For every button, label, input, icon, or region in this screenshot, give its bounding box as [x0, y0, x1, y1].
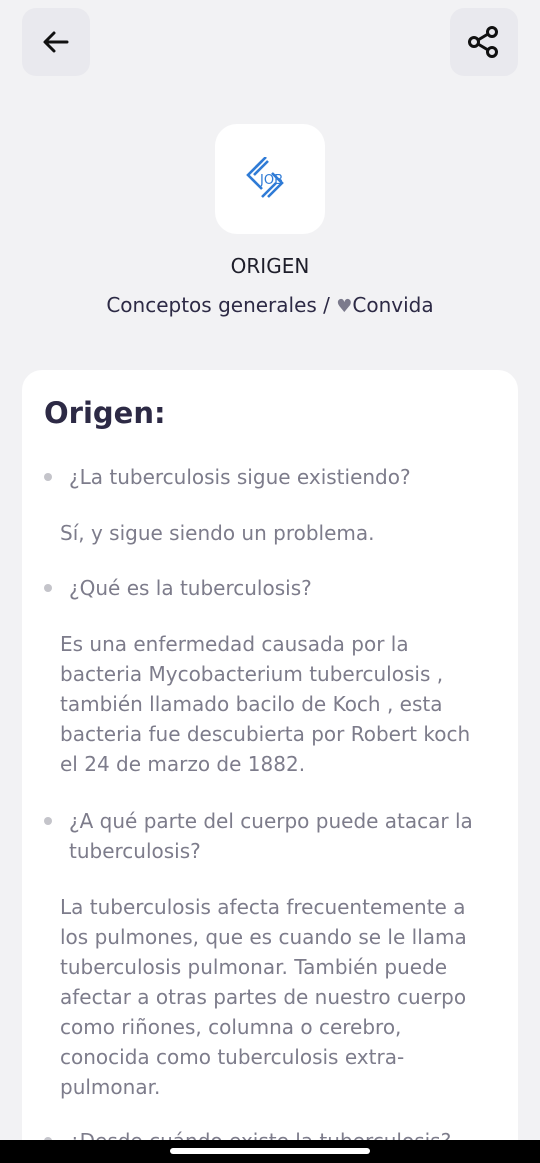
home-indicator[interactable] — [170, 1148, 370, 1154]
card-title: Origen: — [44, 396, 166, 430]
system-navigation-bar — [0, 1140, 540, 1163]
bullet-icon — [44, 473, 52, 481]
question-text: ¿A qué parte del cuerpo puede atacar la … — [69, 809, 473, 863]
breadcrumb: Conceptos generales / ♥Convida — [0, 293, 540, 317]
question: ¿La tuberculosis sigue existiendo? — [22, 462, 518, 492]
job-logo-icon: JOB — [246, 157, 284, 198]
logo-text: JOB — [259, 173, 283, 188]
bullet-icon — [44, 584, 52, 592]
content-card: Origen: ¿La tuberculosis sigue existiend… — [22, 370, 518, 1163]
question: ¿A qué parte del cuerpo puede atacar la … — [22, 806, 518, 866]
qa-item: ¿A qué parte del cuerpo puede atacar la … — [22, 806, 518, 1102]
question: ¿Qué es la tuberculosis? — [22, 573, 518, 603]
bullet-icon — [44, 817, 52, 825]
share-button[interactable] — [450, 8, 518, 76]
answer-text: Sí, y sigue siendo un problema. — [60, 521, 375, 545]
answer-text: La tuberculosis afecta frecuentemente a … — [60, 895, 467, 1099]
answer-text: Es una enfermedad causada por la bacteri… — [60, 632, 471, 776]
company-logo: JOB — [215, 124, 325, 234]
breadcrumb-category[interactable]: Conceptos generales — [106, 293, 316, 317]
question-text: ¿Qué es la tuberculosis? — [69, 576, 312, 600]
breadcrumb-separator: / — [316, 293, 337, 317]
qa-item: ¿Qué es la tuberculosis? Es una enfermed… — [22, 573, 518, 779]
breadcrumb-brand[interactable]: Convida — [352, 293, 433, 317]
question-text: ¿La tuberculosis sigue existiendo? — [69, 465, 411, 489]
heart-icon: ♥ — [336, 296, 353, 317]
company-name: ORIGEN — [230, 254, 310, 278]
back-button[interactable] — [22, 8, 90, 76]
arrow-left-icon — [43, 31, 69, 53]
share-icon — [468, 26, 498, 58]
qa-item: ¿La tuberculosis sigue existiendo? Sí, y… — [22, 462, 518, 548]
